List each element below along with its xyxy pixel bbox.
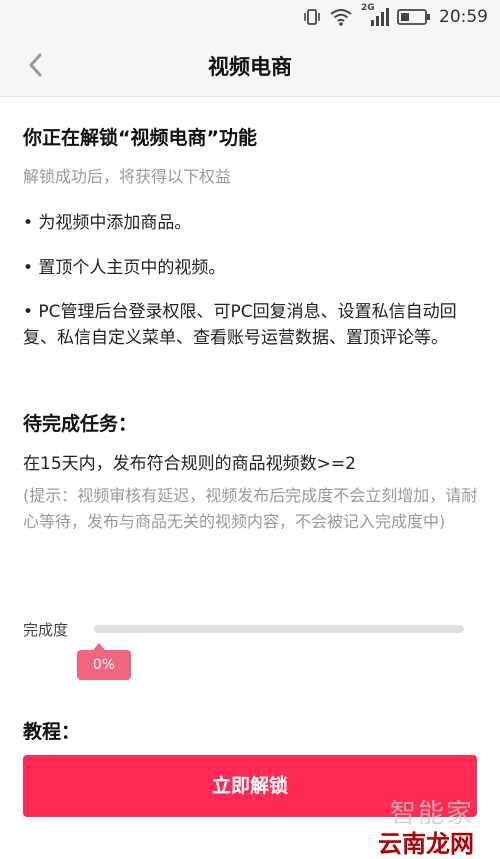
progress-value-badge: 0% xyxy=(77,650,131,680)
nav-bar: 视频电商 xyxy=(0,34,500,97)
unlock-title: 你正在解锁“视频电商”功能 xyxy=(23,127,257,149)
task-description: 在15天内，发布符合规则的商品视频数>=2 xyxy=(23,454,356,474)
unlock-subtitle: 解锁成功后，将获得以下权益 xyxy=(23,167,232,186)
progress-bar xyxy=(94,625,464,633)
watermark-bottom: 云南龙网 xyxy=(378,829,474,858)
benefit-item: • 置顶个人主页中的视频。 xyxy=(23,258,226,278)
main-content[interactable]: 你正在解锁“视频电商”功能 解锁成功后，将获得以下权益 • 为视频中添加商品。 … xyxy=(0,97,500,740)
task-title: 待完成任务： xyxy=(23,413,138,435)
task-tip: (提示：视频审核有延迟，视频发布后完成度不会立刻增加，请耐心等待，发布与商品无关… xyxy=(23,486,478,531)
status-icons: 2G 20:59 xyxy=(303,3,488,28)
status-time: 20:59 xyxy=(439,7,488,27)
vibrate-icon xyxy=(303,7,321,27)
battery-icon xyxy=(397,8,431,26)
progress-label: 完成度 xyxy=(23,621,69,639)
benefit-item: • PC管理后台登录权限、可PC回复消息、设置私信自动回复、私信自定义菜单、查看… xyxy=(23,302,457,348)
progress-tip-arrow xyxy=(93,643,105,650)
watermark: 智能家 云南龙网 xyxy=(378,793,474,859)
status-bar: 2G 20:59 xyxy=(0,0,500,34)
page-title: 视频电商 xyxy=(208,55,292,79)
bottom-bar: 立即解锁 智能家 云南龙网 xyxy=(0,740,500,858)
benefit-item: • 为视频中添加商品。 xyxy=(23,213,192,233)
tutorial-title: 教程： xyxy=(23,721,81,740)
signal-icon: 2G xyxy=(361,3,389,28)
wifi-icon xyxy=(329,7,353,27)
